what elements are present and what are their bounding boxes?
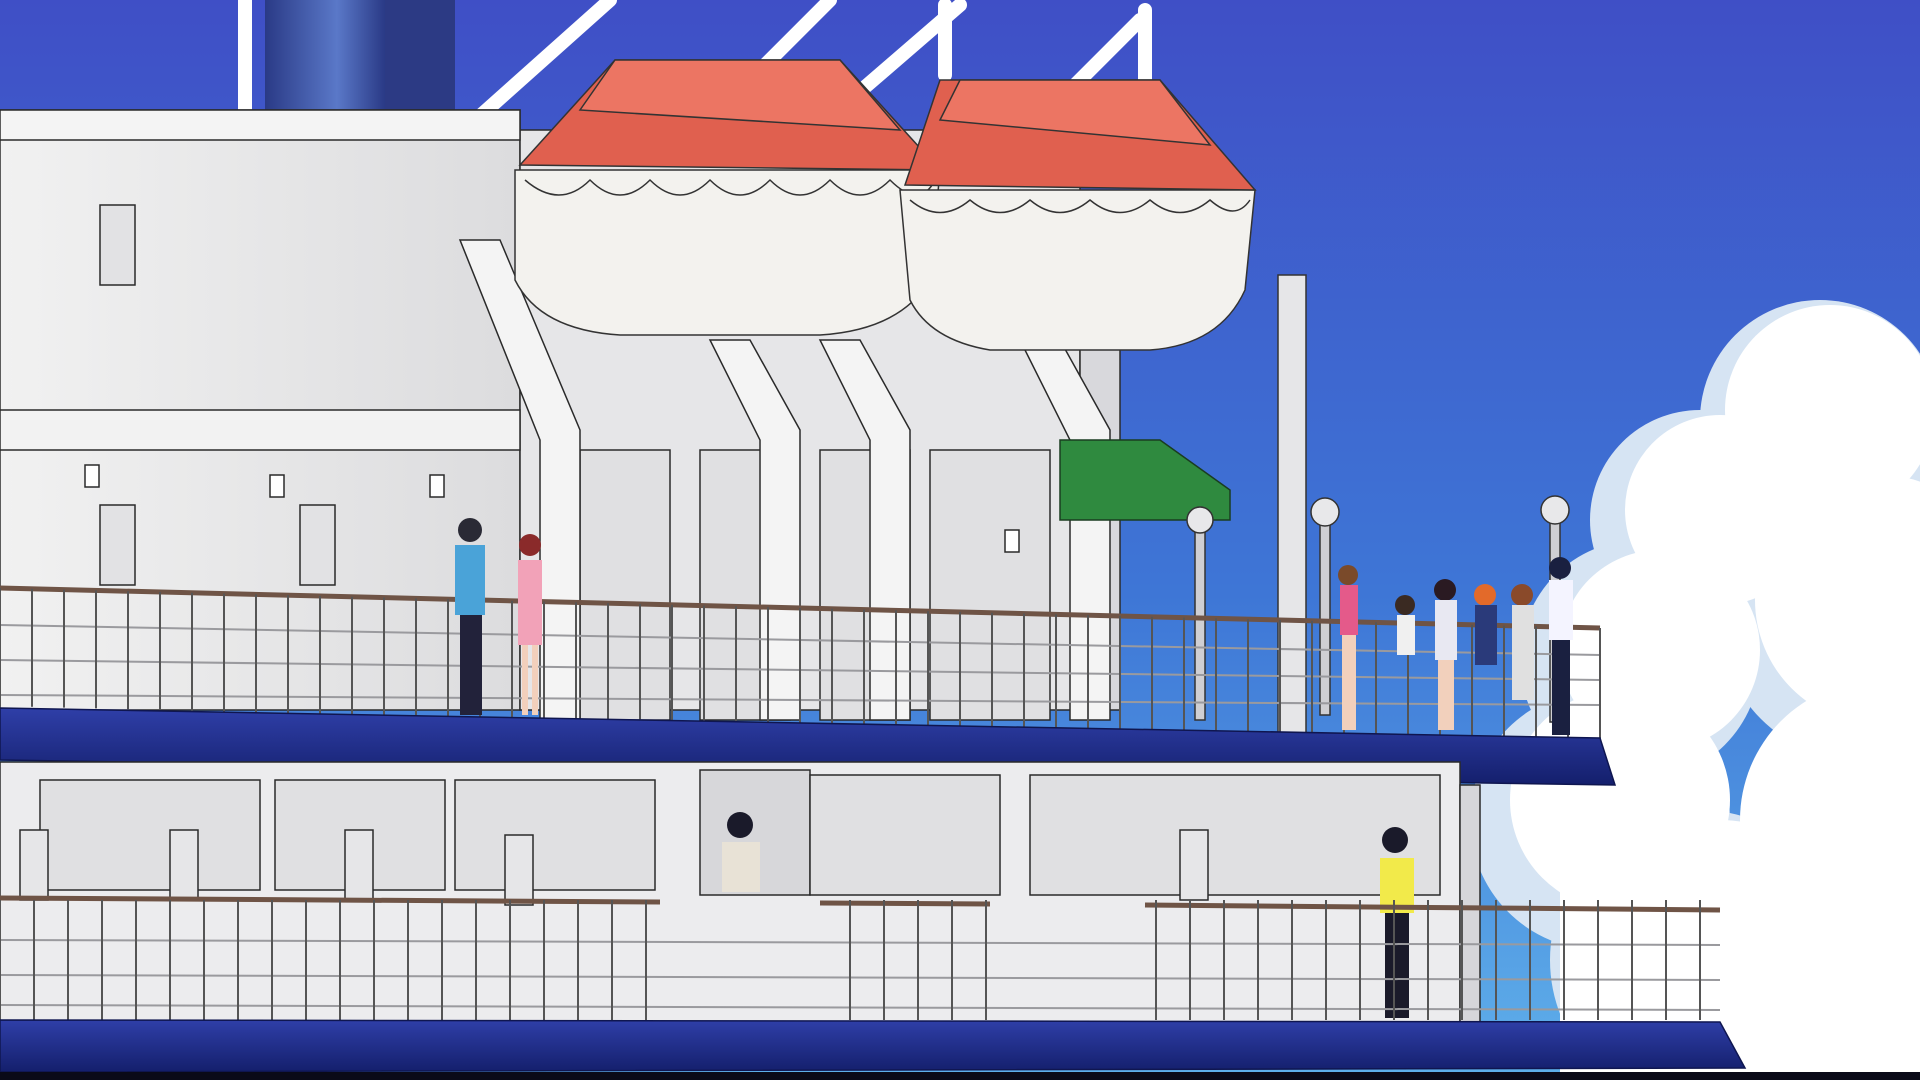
waterline: [0, 1072, 1920, 1080]
mast-pole: [1277, 274, 1307, 736]
lower-deck-band: [0, 1019, 1747, 1073]
lifeboat-left: [514, 59, 942, 336]
ship-scene: [0, 0, 1920, 1080]
